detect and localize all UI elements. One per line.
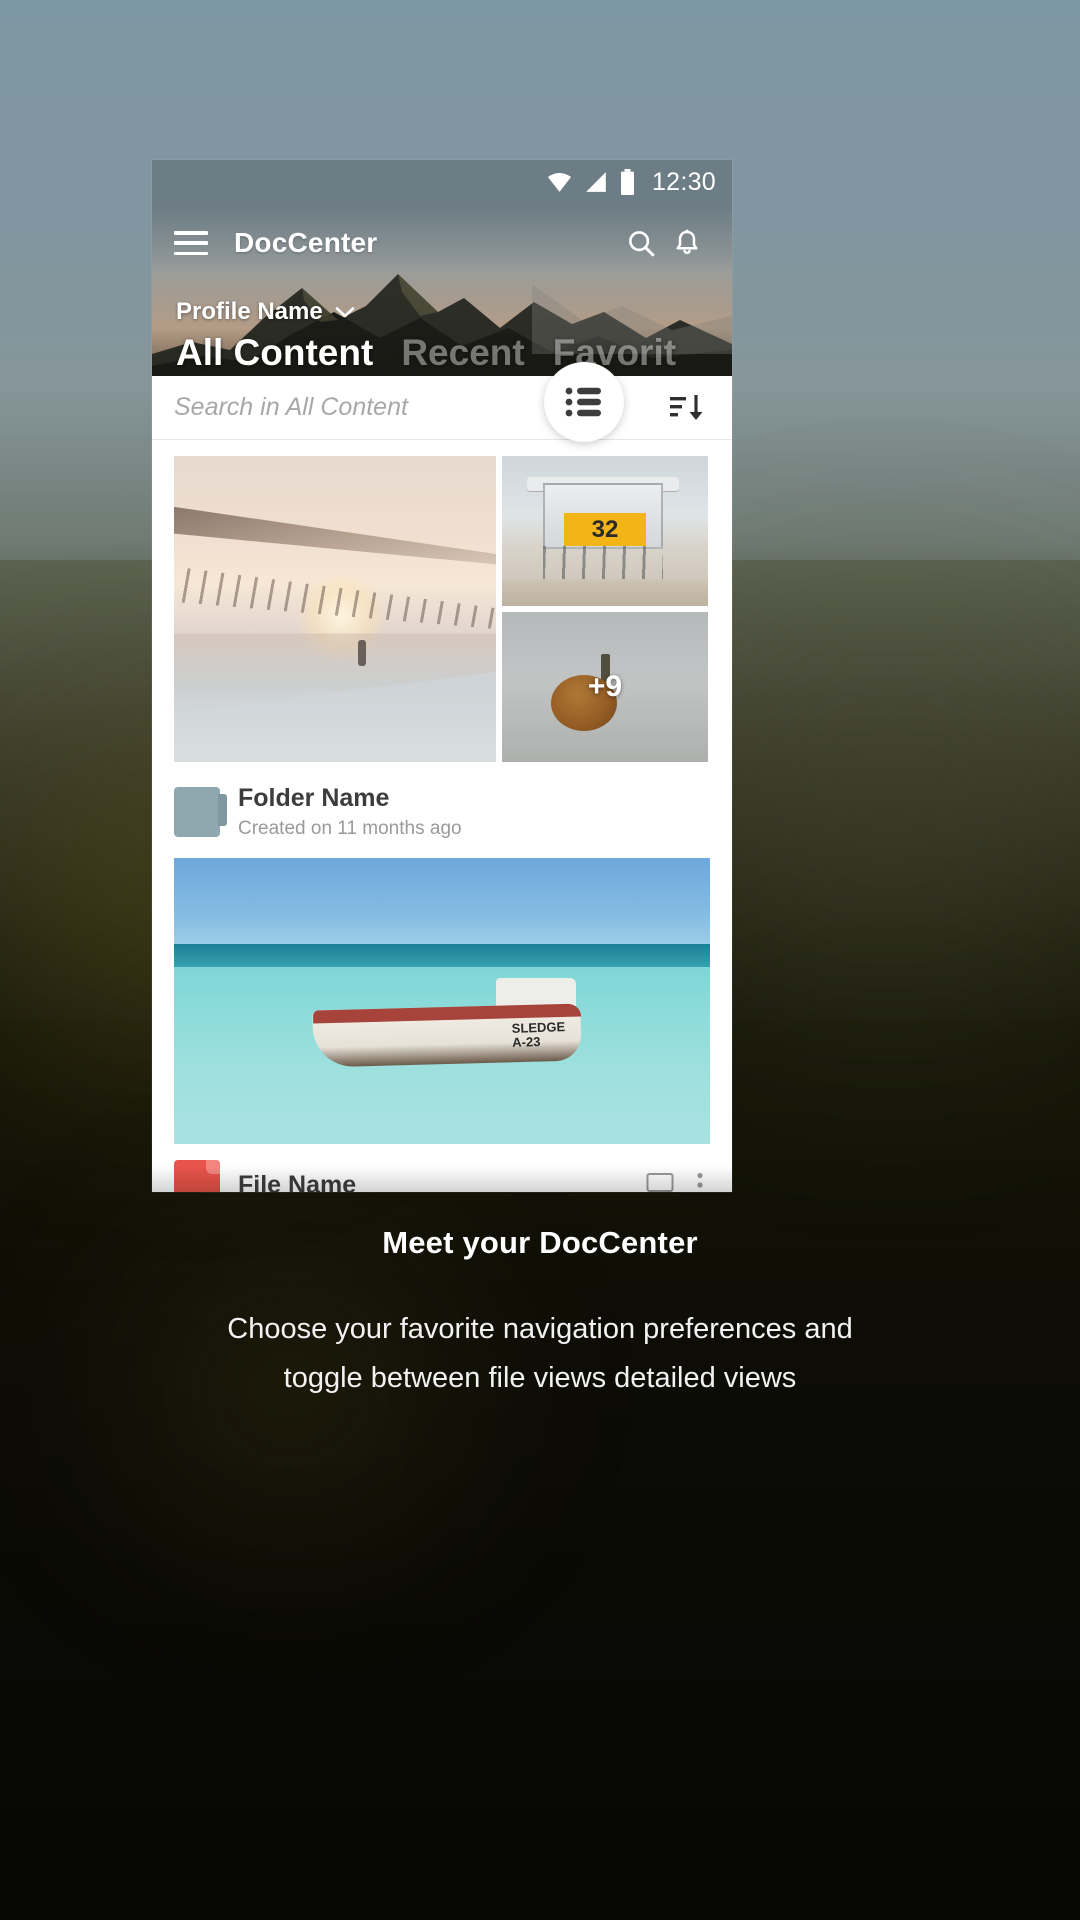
app-title: DocCenter bbox=[234, 227, 378, 258]
search-bar bbox=[152, 362, 732, 442]
header-banner: DocCenter Profile Name All Content Recen… bbox=[152, 204, 732, 376]
comment-icon[interactable] bbox=[646, 1172, 674, 1192]
folder-subtitle: Created on 11 months ago bbox=[238, 818, 462, 839]
search-icon[interactable] bbox=[618, 220, 664, 266]
pdf-file-icon bbox=[174, 1160, 220, 1192]
battery-icon bbox=[620, 169, 634, 195]
list-item-file[interactable]: File Name bbox=[174, 1144, 710, 1192]
tab-recent[interactable]: Recent bbox=[401, 332, 524, 374]
lifeguard-photo-art: 32 bbox=[502, 456, 708, 606]
boat-ocean-photo[interactable]: SLEDGE A-23 bbox=[174, 858, 710, 1144]
signal-icon bbox=[586, 172, 606, 192]
tower-number-label: 32 bbox=[563, 513, 647, 546]
more-vertical-icon[interactable] bbox=[696, 1172, 704, 1192]
caption-body: Choose your favorite navigation preferen… bbox=[0, 1305, 1080, 1402]
collage-right-column: 32 +9 bbox=[502, 456, 708, 762]
file-title: File Name bbox=[238, 1170, 357, 1193]
profile-selector[interactable]: Profile Name bbox=[176, 298, 355, 326]
list-item-folder[interactable]: Folder Name Created on 11 months ago bbox=[174, 762, 710, 858]
sort-descending-icon[interactable] bbox=[666, 388, 710, 428]
file-actions bbox=[646, 1172, 710, 1192]
tab-all-content[interactable]: All Content bbox=[176, 332, 373, 374]
status-bar-icons bbox=[546, 169, 636, 195]
hamburger-menu-icon[interactable] bbox=[174, 231, 208, 255]
caption-line-2: toggle between file views detailed views bbox=[283, 1361, 797, 1394]
folder-thumbnail-collage[interactable]: 32 +9 bbox=[174, 456, 710, 762]
collage-overflow-badge: +9 bbox=[502, 612, 708, 762]
status-bar-clock: 12:30 bbox=[651, 167, 716, 196]
folder-title: Folder Name bbox=[238, 784, 390, 812]
boat-sky bbox=[174, 858, 710, 950]
pumpkin-photo[interactable]: +9 bbox=[502, 612, 708, 762]
onboarding-caption: Meet your DocCenter Choose your favorite… bbox=[0, 1225, 1080, 1402]
pier-photo-art bbox=[174, 456, 496, 762]
content-list: 32 +9 Folder Name Created on 11 months a… bbox=[152, 456, 732, 1192]
profile-name-label: Profile Name bbox=[176, 298, 323, 325]
status-bar: 12:30 bbox=[152, 160, 732, 204]
pier-person bbox=[357, 639, 366, 666]
boat-hull-text: SLEDGE A-23 bbox=[511, 1019, 566, 1051]
chevron-down-icon bbox=[335, 306, 355, 317]
folder-text-block: Folder Name Created on 11 months ago bbox=[238, 784, 462, 840]
bell-icon[interactable] bbox=[664, 220, 710, 266]
beach-sand bbox=[502, 579, 708, 606]
pier-reflection bbox=[174, 633, 496, 714]
wifi-icon bbox=[547, 173, 571, 192]
app-bar: DocCenter bbox=[152, 204, 732, 282]
pier-sunset-photo[interactable] bbox=[174, 456, 496, 762]
lifeguard-tower-photo[interactable]: 32 bbox=[502, 456, 708, 606]
caption-line-1: Choose your favorite navigation preferen… bbox=[227, 1313, 853, 1345]
caption-title: Meet your DocCenter bbox=[382, 1225, 698, 1260]
phone-screenshot-preview: 12:30 DocCenter Profile Name All Content… bbox=[152, 160, 732, 1192]
list-view-icon[interactable] bbox=[544, 362, 624, 442]
folder-icon bbox=[174, 787, 227, 837]
